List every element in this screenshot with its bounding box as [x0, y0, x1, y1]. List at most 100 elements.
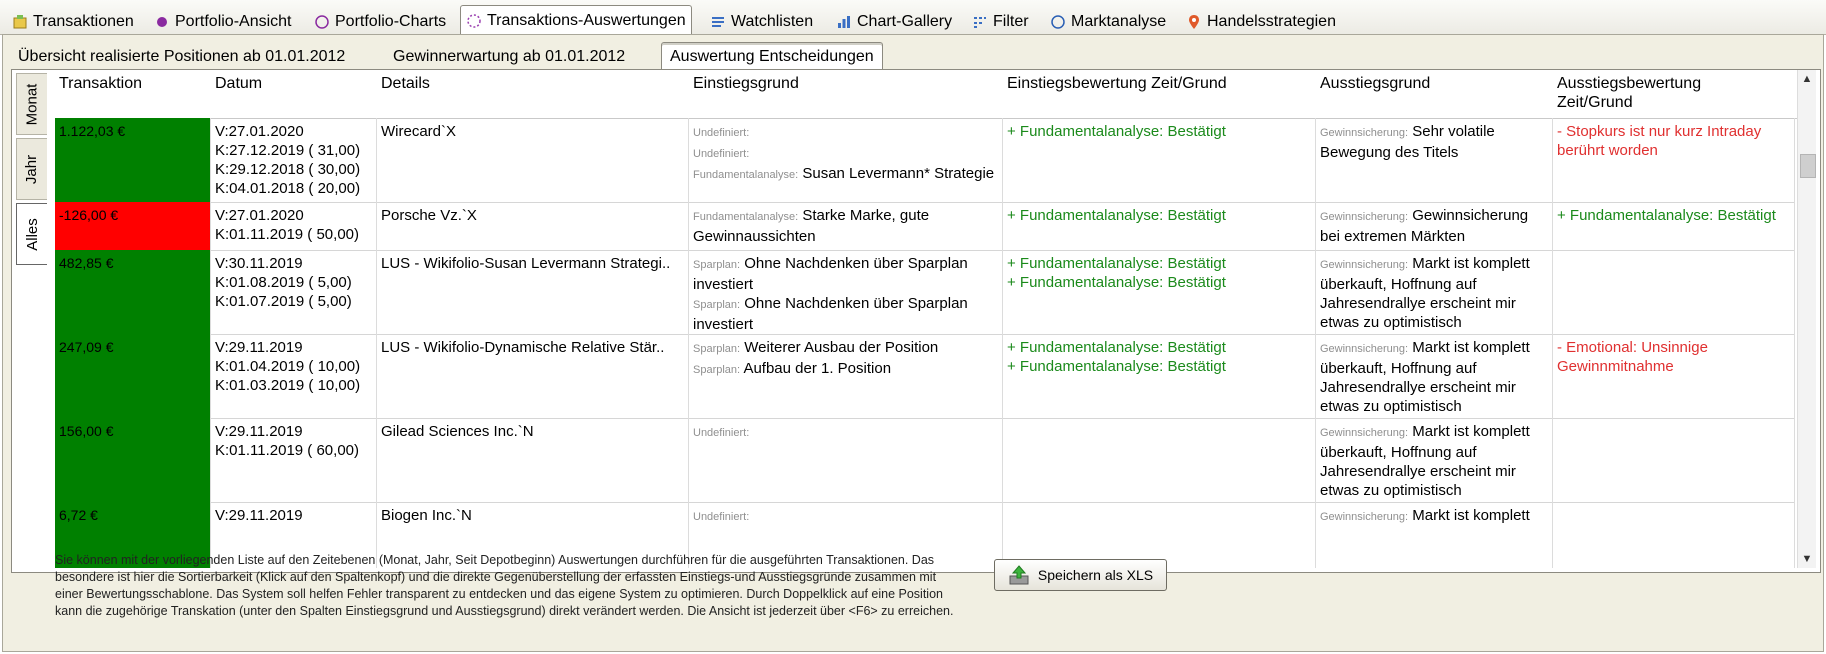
reason-tag: Gewinnsicherung: [1320, 211, 1409, 223]
details-cell: Wirecard`X [377, 118, 689, 202]
exit-reason-cell: Gewinnsicherung: Markt ist komplett über… [1316, 334, 1553, 418]
reason-tag: Gewinnsicherung: [1320, 427, 1409, 439]
table-row[interactable]: 247,09 € V:29.11.2019 K:01.04.2019 ( 10,00… [55, 334, 1795, 419]
entry-reason: Sparplan: Aufbau der 1. Position [693, 359, 998, 380]
date-line: K:01.07.2019 ( 5,00) [215, 293, 352, 310]
reason-tag: Undefiniert: [693, 427, 750, 439]
save-xls-icon [1008, 564, 1030, 586]
exit-reason: Gewinnsicherung: Sehr volatile Bewegung … [1320, 122, 1548, 162]
main-frame: Übersicht realisierte Positionen ab 01.0… [2, 34, 1824, 652]
reason-tag: Gewinnsicherung: [1320, 127, 1409, 139]
col-header-ausstiegsgrund[interactable]: Ausstiegsgrund [1316, 74, 1430, 93]
reason-tag: Fundamentalanalyse: [693, 211, 799, 223]
security-name: LUS - Wikifolio-Susan Levermann Strategi… [381, 255, 671, 272]
col-header-einstiegsgrund[interactable]: Einstiegsgrund [689, 74, 799, 93]
tab-label: Portfolio-Charts [335, 12, 447, 30]
reason-tag: Gewinnsicherung: [1320, 259, 1409, 271]
entry-eval: + Fundamentalanalyse: Bestätigt [1007, 274, 1226, 291]
date-cell: V:27.01.2020 K:01.11.2019 ( 50,00) [211, 202, 377, 250]
subtab-auswertung-entscheidungen[interactable]: Auswertung Entscheidungen [661, 42, 883, 70]
subtab-gewinnerwartung[interactable]: Gewinnerwartung ab 01.01.2012 [393, 48, 625, 69]
reason-text: Markt ist komplett [1412, 507, 1530, 524]
reason-tag: Gewinnsicherung: [1320, 343, 1409, 355]
reason-tag: Fundamentalanalyse: [693, 169, 799, 181]
entry-reason-cell: Fundamentalanalyse: Starke Marke, gute G… [689, 202, 1003, 250]
table-row[interactable]: 1.122,03 € V:27.01.2020 K:27.12.2019 ( 31,… [55, 118, 1795, 203]
tab-filter[interactable]: Filter [968, 9, 1033, 34]
transaction-amount-cell: 482,85 € [55, 250, 211, 334]
exit-eval: + Fundamentalanalyse: Bestätigt [1557, 207, 1776, 224]
col-header-datum[interactable]: Datum [211, 74, 262, 93]
entry-eval: + Fundamentalanalyse: Bestätigt [1007, 339, 1226, 356]
details-cell: LUS - Wikifolio-Susan Levermann Strategi… [377, 250, 689, 334]
reason-tag: Gewinnsicherung: [1320, 511, 1409, 523]
scroll-up-icon[interactable]: ▲ [1798, 70, 1816, 88]
save-xls-button[interactable]: Speichern als XLS [994, 559, 1167, 591]
exit-eval-cell: + Fundamentalanalyse: Bestätigt [1553, 202, 1795, 250]
entry-reason: Undefiniert: [693, 122, 998, 143]
tab-label: Portfolio-Ansicht [175, 12, 292, 30]
tab-handelsstrategien[interactable]: Handelsstrategien [1182, 9, 1340, 34]
table-row[interactable]: 482,85 € V:30.11.2019 K:01.08.2019 ( 5,00)… [55, 250, 1795, 335]
col-header-einstiegsbewertung[interactable]: Einstiegsbewertung Zeit/Grund [1003, 74, 1227, 93]
tab-portfolio-ansicht[interactable]: Portfolio-Ansicht [150, 9, 296, 34]
subtab-uebersicht[interactable]: Übersicht realisierte Positionen ab 01.0… [18, 48, 345, 69]
save-xls-label: Speichern als XLS [1037, 567, 1154, 583]
reason-tag: Sparplan: [693, 364, 741, 376]
entry-reason-cell: Undefiniert: [689, 418, 1003, 502]
date-line: K:04.01.2018 ( 20,00) [215, 180, 361, 197]
tab-portfolio-charts[interactable]: Portfolio-Charts [310, 9, 450, 34]
exit-eval-cell [1553, 502, 1795, 568]
tab-marktanalyse[interactable]: Marktanalyse [1046, 9, 1170, 34]
exit-reason: Gewinnsicherung: Markt ist komplett über… [1320, 422, 1548, 500]
exit-reason-cell: Gewinnsicherung: Sehr volatile Bewegung … [1316, 118, 1553, 202]
exit-reason-cell: Gewinnsicherung: Gewinnsicherung bei ext… [1316, 202, 1553, 250]
date-cell: V:30.11.2019 K:01.08.2019 ( 5,00) K:01.07.… [211, 250, 377, 334]
security-name: Gilead Sciences Inc.`N [381, 423, 534, 440]
date-line: K:01.08.2019 ( 5,00) [215, 274, 352, 291]
col-header-details[interactable]: Details [377, 74, 430, 93]
vtab-label: Jahr [23, 154, 41, 184]
reason-text: Aufbau der 1. Position [743, 360, 892, 377]
transactions-icon [12, 14, 28, 30]
entry-reason: Undefiniert: [693, 506, 998, 527]
entry-reason: Fundamentalanalyse: Susan Levermann* Str… [693, 164, 998, 185]
portfolio-dot-icon [154, 14, 170, 30]
entry-reason-cell: Undefiniert: Undefiniert: Fundamentalana… [689, 118, 1003, 202]
reason-tag: Sparplan: [693, 343, 741, 355]
tab-label: Watchlisten [731, 12, 814, 30]
vtab-monat[interactable]: Monat [16, 73, 47, 135]
security-name: Wirecard`X [381, 123, 457, 140]
sub-tab-strip: Übersicht realisierte Positionen ab 01.0… [3, 35, 1823, 70]
reason-tag: Sparplan: [693, 299, 741, 311]
vertical-scrollbar[interactable]: ▲ ▼ [1797, 70, 1816, 568]
exit-reason: Gewinnsicherung: Markt ist komplett [1320, 506, 1548, 527]
entry-eval: + Fundamentalanalyse: Bestätigt [1007, 358, 1226, 375]
entry-reason: Fundamentalanalyse: Starke Marke, gute G… [693, 206, 998, 246]
table-row[interactable]: 156,00 € V:29.11.2019 K:01.11.2019 ( 60,00… [55, 418, 1795, 503]
tab-watchlisten[interactable]: Watchlisten [706, 9, 817, 34]
entry-eval-cell [1003, 418, 1316, 502]
exit-eval-cell [1553, 418, 1795, 502]
vtab-alles[interactable]: Alles [16, 203, 47, 265]
vtab-label: Monat [23, 83, 41, 125]
loading-ring-icon [466, 13, 482, 29]
tab-transaktionen[interactable]: Transaktionen [8, 9, 138, 34]
entry-eval-cell: + Fundamentalanalyse: Bestätigt + Fundame… [1003, 250, 1316, 334]
tab-transaktions-auswertungen[interactable]: Transaktions-Auswertungen [460, 5, 692, 36]
details-cell: LUS - Wikifolio-Dynamische Relative Stär… [377, 334, 689, 418]
scroll-thumb[interactable] [1800, 154, 1816, 178]
filter-icon [972, 14, 988, 30]
scroll-down-icon[interactable]: ▼ [1798, 550, 1816, 568]
exit-reason: Gewinnsicherung: Markt ist komplett über… [1320, 338, 1548, 416]
col-header-transaktion[interactable]: Transaktion [55, 74, 142, 93]
table-row[interactable]: -126,00 € V:27.01.2020 K:01.11.2019 ( 50,0… [55, 202, 1795, 251]
transaction-amount-cell: 247,09 € [55, 334, 211, 418]
col-header-ausstiegsbewertung[interactable]: Ausstiegsbewertung Zeit/Grund [1553, 74, 1777, 112]
vtab-jahr[interactable]: Jahr [16, 138, 47, 200]
tab-chart-gallery[interactable]: Chart-Gallery [832, 9, 956, 34]
details-cell: Porsche Vz.`X [377, 202, 689, 250]
entry-reason: Sparplan: Weiterer Ausbau der Position [693, 338, 998, 359]
date-line: K:01.11.2019 ( 60,00) [215, 442, 359, 459]
exit-eval: - Emotional: Unsinnige Gewinnmitnahme [1557, 339, 1708, 375]
